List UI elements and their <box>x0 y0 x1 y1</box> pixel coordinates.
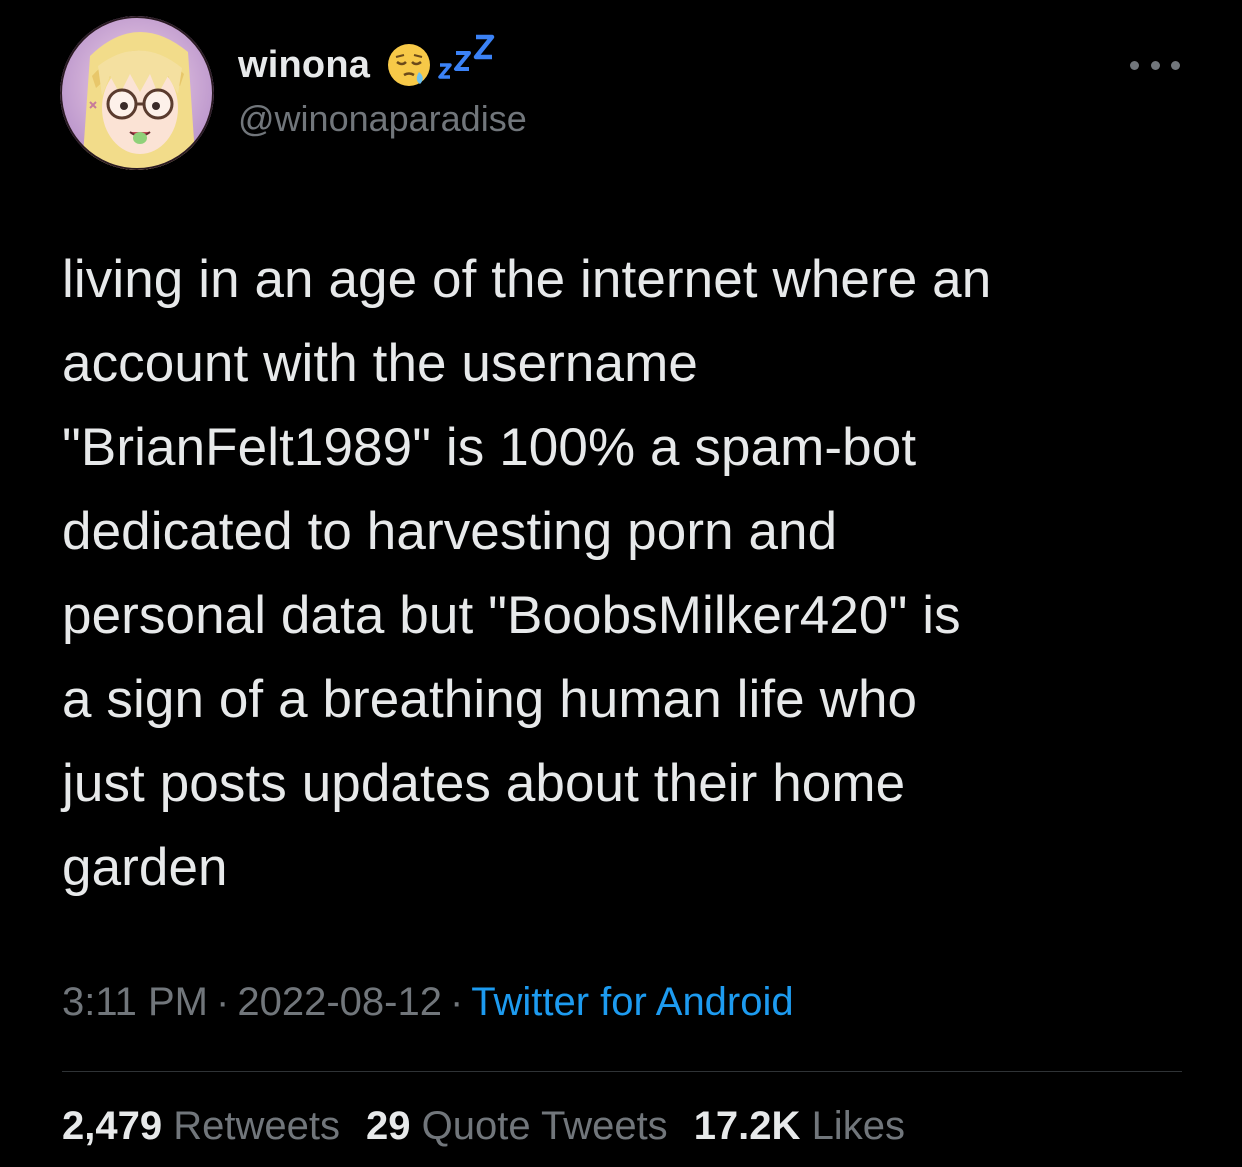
sleepy-face-emoji-icon <box>386 42 432 88</box>
retweets-count: 2,479 <box>62 1104 163 1148</box>
more-dot <box>1171 60 1180 70</box>
more-dot <box>1130 60 1139 70</box>
tweet-source-link[interactable]: Twitter for Android <box>471 980 793 1024</box>
more-dot <box>1150 60 1160 70</box>
likes-count: 17.2K <box>693 1104 801 1148</box>
likes-stat[interactable]: 17.2K Likes <box>694 1104 905 1149</box>
more-options-icon[interactable] <box>1130 50 1180 80</box>
author-handle[interactable]: @winonaparadise <box>238 98 527 140</box>
quote-tweets-count: 29 <box>365 1104 411 1148</box>
avatar[interactable] <box>60 16 214 170</box>
zzz-emoji-icon <box>434 33 500 81</box>
separator: · <box>216 980 230 1024</box>
tweet-detail: winona @winonaparadise living in an age … <box>0 0 1242 1167</box>
retweets-stat[interactable]: 2,479 Retweets <box>62 1104 340 1149</box>
quote-tweets-label: Quote Tweets <box>421 1104 668 1148</box>
author-name-row: winona <box>238 34 500 90</box>
tweet-text: living in an age of the internet where a… <box>62 250 992 897</box>
quote-tweets-stat[interactable]: 29 Quote Tweets <box>366 1104 668 1149</box>
tweet-date[interactable]: 2022-08-12 <box>237 980 442 1024</box>
engagement-stats: 2,479 Retweets 29 Quote Tweets 17.2K Lik… <box>62 1104 931 1149</box>
likes-label: Likes <box>811 1104 905 1148</box>
display-name[interactable]: winona <box>238 44 370 87</box>
tweet-time[interactable]: 3:11 PM <box>62 980 208 1024</box>
retweets-label: Retweets <box>173 1104 340 1148</box>
divider <box>62 1071 1182 1072</box>
tweet-metadata: 3:11 PM · 2022-08-12 · Twitter for Android <box>62 980 794 1025</box>
separator: · <box>449 980 464 1024</box>
